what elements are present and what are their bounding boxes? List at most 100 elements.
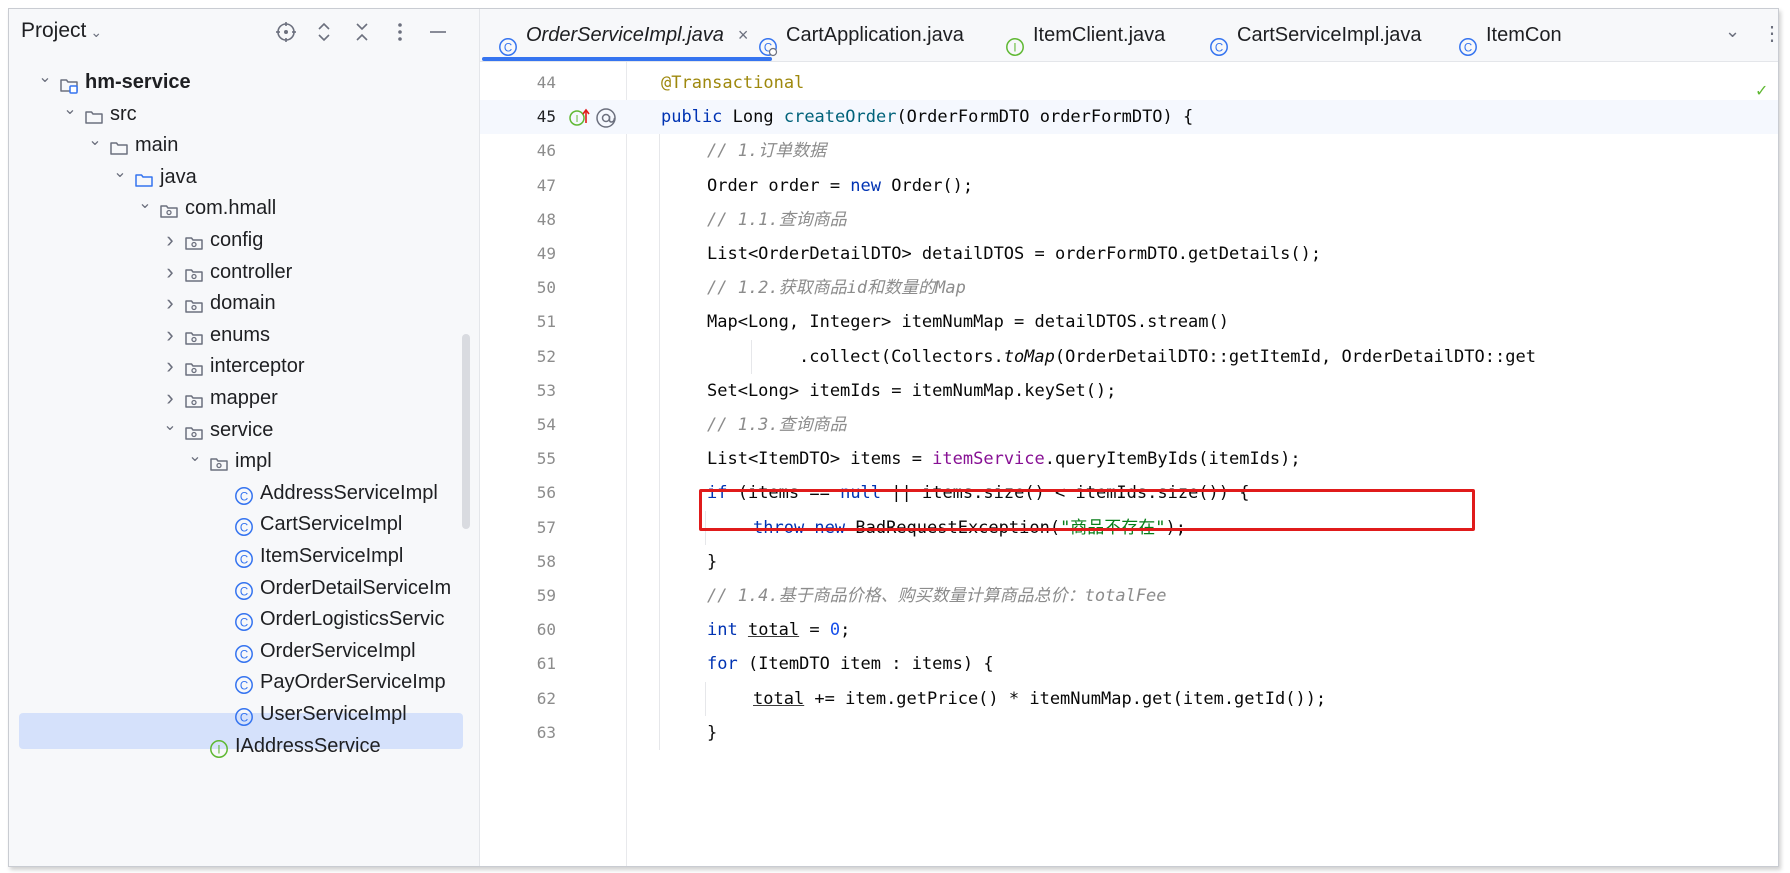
tree-item-addressserviceimpl[interactable]: C AddressServiceImpl <box>9 476 479 510</box>
code-text: Set<Long> itemIds = itemNumMap.keySet(); <box>707 374 1116 408</box>
chevron-down-icon[interactable]: ⌄ <box>162 409 178 443</box>
package-icon <box>184 388 204 408</box>
chevron-down-icon[interactable]: ⌄ <box>112 156 128 190</box>
chevron-right-icon[interactable]: › <box>162 318 178 352</box>
implements-method-icon[interactable]: I <box>568 107 590 134</box>
code-text: } <box>707 545 717 579</box>
indent-guide <box>659 339 660 374</box>
indent-guide <box>659 579 660 614</box>
chevron-right-icon[interactable]: › <box>162 223 178 257</box>
line-number: 50 <box>536 278 556 298</box>
tree-item-orderlogisticsservic[interactable]: C OrderLogisticsServic <box>9 602 479 636</box>
package-icon <box>184 325 204 345</box>
tab-itemcon[interactable]: C ItemCon <box>1458 9 1562 61</box>
line-number: 49 <box>536 244 556 263</box>
code-line[interactable]: 58} <box>480 544 1778 579</box>
tree-item-label: java <box>160 165 197 188</box>
class-icon: C <box>234 546 254 568</box>
expand-all-icon[interactable] <box>311 21 337 47</box>
project-scrollbar[interactable] <box>462 334 470 529</box>
chevron-down-icon[interactable]: ⌄ <box>87 124 103 158</box>
at-sign-icon[interactable] <box>595 107 617 134</box>
code-token: itemService <box>932 449 1045 470</box>
tree-item-userserviceimpl[interactable]: C UserServiceImpl <box>9 697 479 731</box>
svg-text:C: C <box>240 523 248 535</box>
tree-item-hm-service[interactable]: ⌄ hm-service <box>9 65 479 99</box>
collapse-all-icon[interactable] <box>349 21 375 47</box>
chevron-down-icon[interactable]: ⌄ <box>1725 21 1740 42</box>
chevron-right-icon[interactable]: › <box>162 349 178 383</box>
code-line[interactable]: 54 // 1.3.查询商品 <box>480 408 1778 443</box>
tree-item-mapper[interactable]: › mapper <box>9 381 479 415</box>
minimize-icon[interactable] <box>425 21 451 47</box>
tree-item-payorderserviceimp[interactable]: C PayOrderServiceImp <box>9 665 479 699</box>
code-token: createOrder <box>783 107 897 128</box>
tree-item-label: config <box>210 229 264 251</box>
tree-item-domain[interactable]: › domain <box>9 286 479 320</box>
code-line[interactable]: 63} <box>480 715 1778 750</box>
code-line[interactable]: 46 // 1.订单数据 <box>480 134 1778 169</box>
code-line[interactable]: 53 Set<Long> itemIds = itemNumMap.keySet(… <box>480 373 1778 408</box>
tree-item-itemserviceimpl[interactable]: C ItemServiceImpl <box>9 539 479 573</box>
line-number: 44 <box>536 73 556 92</box>
tree-item-config[interactable]: › config <box>9 223 479 257</box>
svg-text:C: C <box>240 681 248 693</box>
tree-item-iaddressservice[interactable]: I IAddressService <box>9 729 479 763</box>
check-icon: ✓ <box>1755 83 1769 100</box>
more-vert-icon[interactable] <box>387 21 413 47</box>
tree-item-controller[interactable]: › controller <box>9 255 479 289</box>
code-line[interactable]: 52 .collect(Collectors.toMap(OrderDetailD… <box>480 339 1778 374</box>
code-token: Set<Long> itemIds = itemNumMap.keySet(); <box>707 380 1117 401</box>
tree-item-main[interactable]: ⌄ main <box>9 128 479 162</box>
code-text: // 1.1.查询商品 <box>707 203 847 237</box>
tree-item-src[interactable]: ⌄ src <box>9 97 479 131</box>
line-number: 62 <box>536 688 556 708</box>
code-line[interactable]: 61 for (ItemDTO item : items) { <box>480 647 1778 682</box>
code-line[interactable]: 59 // 1.4.基于商品价格、购买数量计算商品总价：totalFee <box>480 579 1778 614</box>
tree-item-service[interactable]: ⌄ service <box>9 413 479 447</box>
tree-item-enums[interactable]: › enums <box>9 318 479 352</box>
code-token: ; <box>840 620 851 641</box>
code-line[interactable]: 50 // 1.2.获取商品id和数量的Map <box>480 271 1778 306</box>
tree-item-com-hmall[interactable]: ⌄ com.hmall <box>9 191 479 225</box>
code-line[interactable]: 51 Map<Long, Integer> itemNumMap = detail… <box>480 305 1778 340</box>
package-icon <box>184 293 204 313</box>
chevron-down-icon[interactable]: ⌄ <box>187 440 203 474</box>
tree-item-label: OrderDetailServiceIm <box>260 576 452 599</box>
svg-text:C: C <box>240 649 248 661</box>
close-icon[interactable]: × <box>738 25 749 45</box>
line-number: 57 <box>536 517 556 537</box>
tree-item-impl[interactable]: ⌄ impl <box>9 444 479 478</box>
tab-cartserviceimpl-java[interactable]: C CartServiceImpl.java <box>1209 9 1422 61</box>
svg-text:C: C <box>240 491 248 503</box>
code-line[interactable]: 55 List<ItemDTO> items = itemService.quer… <box>480 442 1778 477</box>
code-line[interactable]: 62 total += item.getPrice() * itemNumMap.… <box>480 681 1778 716</box>
tab-itemclient-java[interactable]: I ItemClient.java <box>1005 9 1165 61</box>
code-line[interactable]: 60 int total = 0; <box>480 613 1778 648</box>
code-token: Order(); <box>891 175 974 196</box>
indent-guide <box>659 715 660 750</box>
chevron-down-icon[interactable]: ⌄ <box>37 61 53 95</box>
tree-item-interceptor[interactable]: › interceptor <box>9 349 479 383</box>
chevron-down-icon[interactable]: ⌄ <box>62 93 78 127</box>
line-number: 48 <box>536 209 556 229</box>
tab-orderserviceimpl-java[interactable]: C OrderServiceImpl.java × <box>498 9 748 61</box>
code-line[interactable]: 48 // 1.1.查询商品 <box>480 202 1778 237</box>
tree-item-orderdetailserviceim[interactable]: C OrderDetailServiceIm <box>9 571 479 605</box>
tab-cartapplication-java[interactable]: C CartApplication.java <box>758 9 964 61</box>
code-line[interactable]: 44 @Transactional <box>480 66 1778 100</box>
chevron-down-icon[interactable]: ⌄ <box>137 187 153 221</box>
tree-item-java[interactable]: ⌄ java <box>9 160 479 194</box>
code-token: (OrderFormDTO orderFormDTO) { <box>896 107 1194 128</box>
more-vert-icon[interactable]: ⋮ <box>1762 21 1778 46</box>
chevron-right-icon[interactable]: › <box>162 255 178 289</box>
code-line[interactable]: 45 Ipublic Long createOrder(OrderFormDTO … <box>480 100 1778 135</box>
code-editor[interactable]: 44 @Transactional 45 Ipublic Long createOrd… <box>480 62 1778 866</box>
crosshair-icon[interactable] <box>273 21 299 47</box>
code-line[interactable]: 47 Order order = new Order(); <box>480 168 1778 203</box>
code-line[interactable]: 49 List<OrderDetailDTO> detailDTOS = orde… <box>480 237 1778 272</box>
chevron-right-icon[interactable]: › <box>162 286 178 320</box>
tree-item-orderserviceimpl[interactable]: C OrderServiceImpl <box>9 634 479 668</box>
tree-item-cartserviceimpl[interactable]: C CartServiceImpl <box>9 507 479 541</box>
project-view-selector[interactable]: Project ⌄ <box>21 19 102 43</box>
